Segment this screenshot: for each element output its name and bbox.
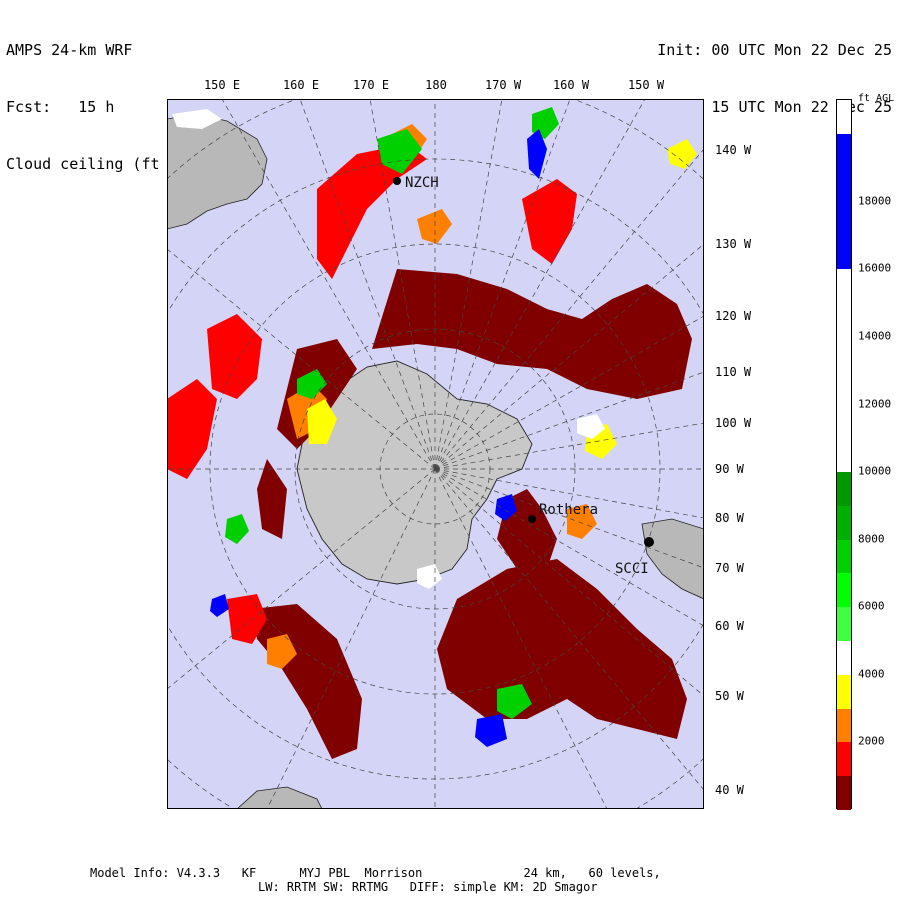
cloud-ceiling-map: NZCH Rothera SCCI: [167, 99, 704, 809]
colorbar-label-8000: 8000: [858, 532, 885, 546]
colorbar-bin-10: [837, 269, 851, 472]
lon-label-160w: 160 W: [552, 78, 590, 92]
colorbar-label-2000: 2000: [858, 734, 885, 748]
colorbar-bin-2: [837, 708, 851, 743]
lon-label-70w: 70 W: [715, 561, 744, 575]
colorbar-bin-12: [837, 100, 851, 134]
colorbar-label-10000: 10000: [858, 464, 892, 478]
colorbar-label-16000: 16000: [858, 261, 892, 275]
model-info-line-1: Model Info: V4.3.3 KF MYJ PBL Morrison 2…: [90, 866, 661, 880]
colorbar-label-6000: 6000: [858, 599, 885, 613]
lon-label-140w: 140 W: [715, 143, 752, 157]
colorbar-bin-1: [837, 742, 851, 777]
colorbar-label-4000: 4000: [858, 667, 885, 681]
lon-label-150e: 150 E: [203, 78, 241, 92]
colorbar-bin-11: [837, 133, 851, 270]
colorbar-bin-0: [837, 776, 851, 810]
colorbar-label-18000: 18000: [858, 194, 892, 208]
lon-label-180: 180: [425, 78, 447, 92]
lon-label-80w: 80 W: [715, 511, 744, 525]
lon-label-90w: 90 W: [715, 462, 744, 476]
lon-label-160e: 160 E: [282, 78, 320, 92]
colorbar: [836, 99, 852, 810]
lon-label-150w: 150 W: [627, 78, 665, 92]
colorbar-title: ft AGL: [858, 93, 895, 104]
lon-label-110w: 110 W: [715, 365, 752, 379]
colorbar-label-14000: 14000: [858, 329, 892, 343]
colorbar-bin-7: [837, 539, 851, 574]
colorbar-bin-4: [837, 640, 851, 675]
colorbar-label-12000: 12000: [858, 397, 892, 411]
lon-label-60w: 60 W: [715, 619, 744, 633]
station-label-scci: SCCI: [615, 561, 649, 577]
lon-label-50w: 50 W: [715, 689, 744, 703]
lon-label-120w: 120 W: [715, 309, 752, 323]
station-label-rothera: Rothera: [539, 502, 598, 518]
lon-label-170e: 170 E: [352, 78, 390, 92]
station-label-nzch: NZCH: [405, 175, 439, 191]
colorbar-bin-6: [837, 573, 851, 608]
colorbar-bin-9: [837, 471, 851, 506]
lon-label-170w: 170 W: [484, 78, 522, 92]
lon-label-130w: 130 W: [715, 237, 752, 251]
model-name: AMPS 24-km WRF: [6, 41, 133, 59]
colorbar-bin-8: [837, 505, 851, 540]
init-time: Init: 00 UTC Mon 22 Dec 25: [657, 41, 892, 59]
model-info-line-2: LW: RRTM SW: RRTMG DIFF: simple KM: 2D S…: [258, 880, 598, 894]
colorbar-bin-5: [837, 607, 851, 641]
lon-label-100w: 100 W: [715, 416, 752, 430]
lon-label-40w: 40 W: [715, 783, 744, 797]
colorbar-bin-3: [837, 674, 851, 709]
